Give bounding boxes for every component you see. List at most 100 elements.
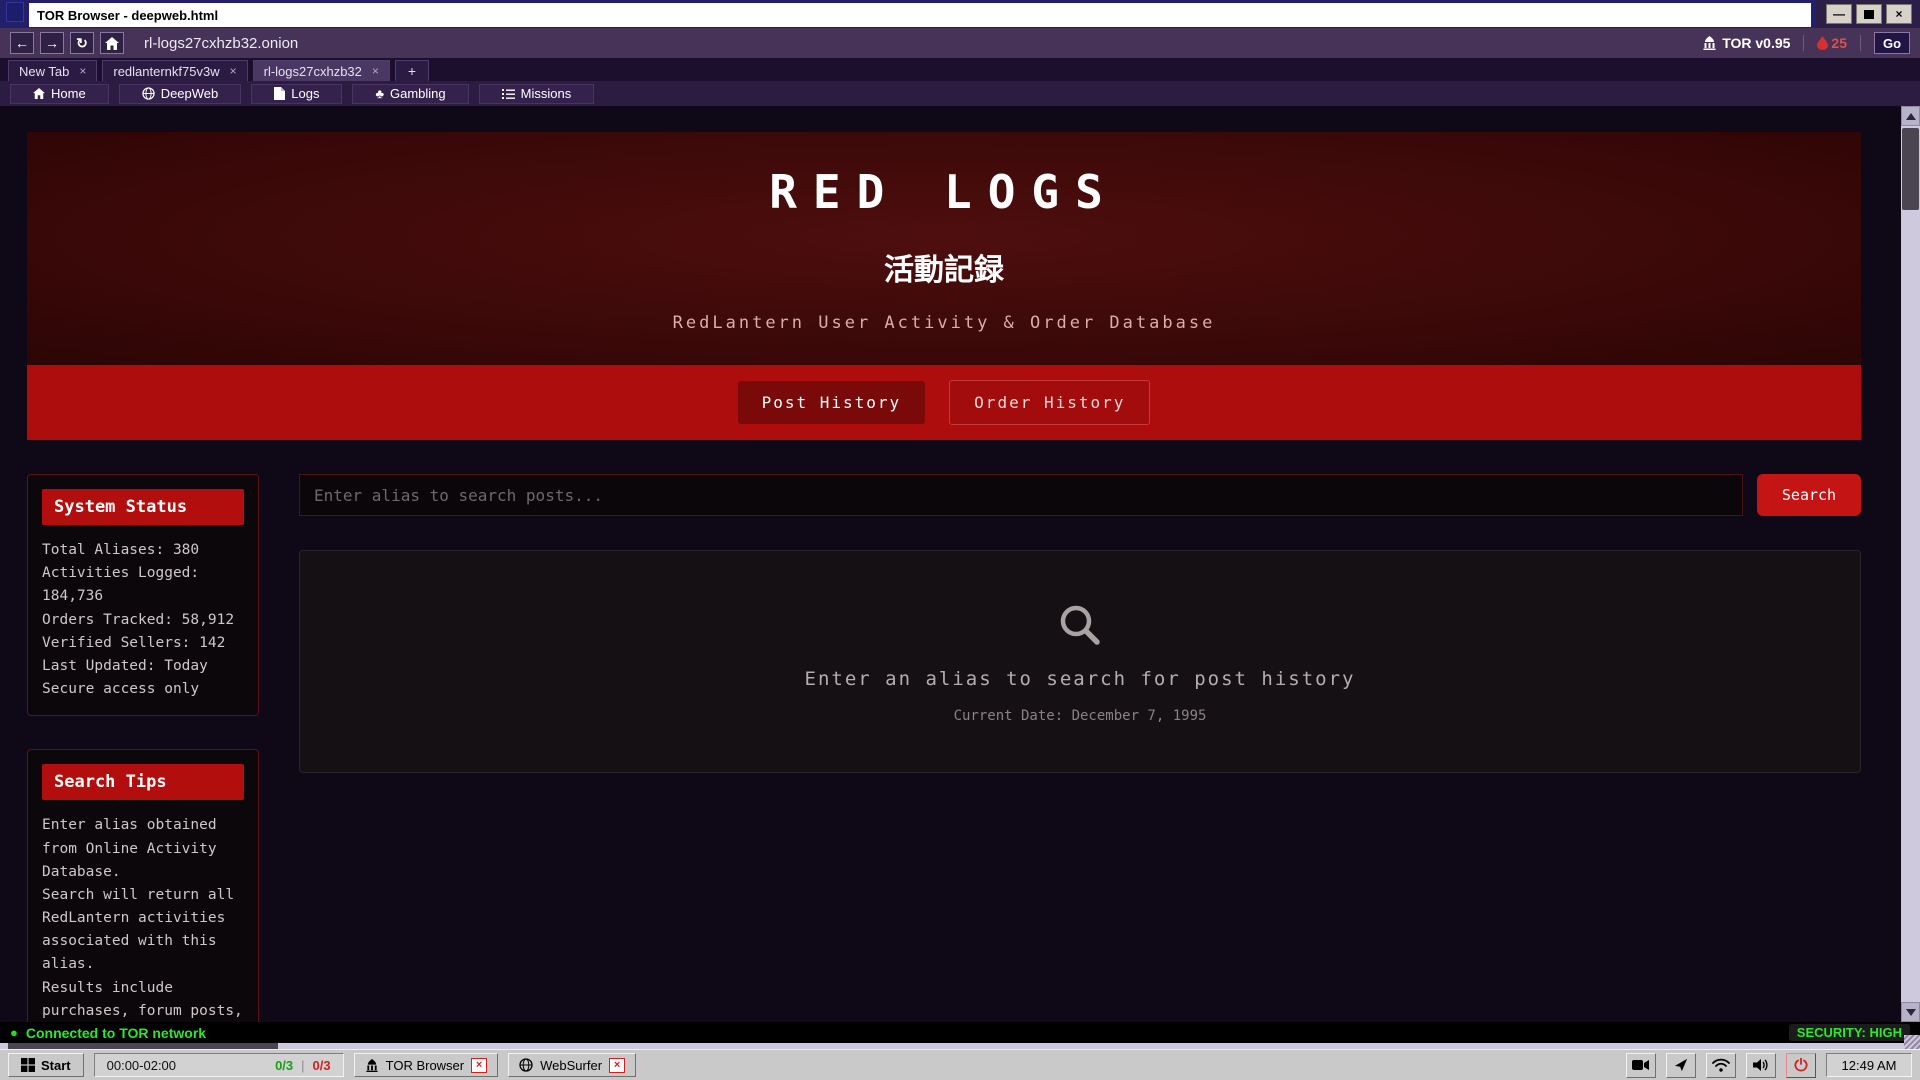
search-button[interactable]: Search: [1757, 474, 1861, 516]
navigation-arrow-icon: [1674, 1058, 1688, 1072]
tray-power-button[interactable]: [1786, 1053, 1816, 1078]
start-button[interactable]: Start: [8, 1053, 84, 1077]
scrollbar-thumb[interactable]: [1902, 128, 1919, 210]
new-tab-button[interactable]: +: [395, 60, 429, 81]
maximize-button[interactable]: [1856, 4, 1882, 24]
drop-counter: 25: [1817, 35, 1847, 51]
browser-statusbar: ● Connected to TOR network SECURITY: HIG…: [0, 1022, 1920, 1043]
back-button[interactable]: ←: [10, 32, 34, 54]
go-button[interactable]: Go: [1874, 32, 1910, 54]
post-history-tab[interactable]: Post History: [738, 381, 926, 424]
tab-rl-logs-active[interactable]: rl-logs27cxhzb32 ×: [253, 60, 390, 81]
history-nav: Post History Order History: [27, 365, 1861, 440]
bookmark-logs[interactable]: Logs: [251, 84, 342, 104]
system-status-title: System Status: [42, 489, 244, 525]
page-title-japanese: 活動記録: [884, 245, 1004, 289]
system-status-panel: System Status Total Aliases: 380 Activit…: [27, 474, 259, 716]
status-line: Last Updated: Today: [42, 655, 244, 678]
vertical-scrollbar[interactable]: [1901, 106, 1920, 1022]
close-button[interactable]: ×: [1886, 4, 1912, 24]
home-icon: [105, 37, 119, 50]
resize-grip[interactable]: [1904, 1035, 1920, 1049]
bookmark-missions[interactable]: Missions: [479, 84, 595, 104]
bookmark-gambling[interactable]: ♣ Gambling: [352, 84, 468, 104]
go-label: Go: [1883, 36, 1901, 51]
main-column: Search Enter an alias to search for post…: [299, 474, 1861, 1022]
page-title: RED LOGS: [769, 165, 1119, 219]
arrow-down-icon: [1906, 1009, 1916, 1016]
status-line: Secure access only: [42, 678, 244, 701]
alias-search-input[interactable]: [299, 474, 1743, 516]
results-empty-state: Enter an alias to search for post histor…: [299, 550, 1861, 773]
content-row: System Status Total Aliases: 380 Activit…: [27, 474, 1861, 1022]
counter-red: 0/3: [313, 1058, 331, 1073]
scroll-up-button[interactable]: [1901, 106, 1920, 126]
search-tips-title: Search Tips: [42, 764, 244, 800]
close-app-button[interactable]: ×: [609, 1058, 625, 1073]
camera-icon: [1632, 1059, 1650, 1071]
minimize-button[interactable]: —: [1826, 4, 1852, 24]
tab-close-icon[interactable]: ×: [79, 64, 86, 78]
page-viewport: RED LOGS 活動記録 RedLantern User Activity &…: [0, 106, 1920, 1022]
connection-dot-icon: ●: [10, 1025, 18, 1040]
window-titlebar: TOR Browser - deepweb.html — ×: [0, 0, 1920, 28]
browser-toolbar: ← → ↻ TOR v0.95 25 Go: [0, 28, 1920, 58]
start-label: Start: [41, 1058, 71, 1073]
status-line: Activities Logged: 184,736: [42, 562, 244, 608]
bookmark-label: Gambling: [390, 86, 446, 101]
tor-onion-icon: [365, 1059, 379, 1072]
search-tips-panel: Search Tips Enter alias obtained from On…: [27, 749, 259, 1022]
bookmark-home[interactable]: Home: [10, 84, 109, 104]
tab-label: rl-logs27cxhzb32: [264, 64, 362, 79]
status-line: Total Aliases: 380: [42, 539, 244, 562]
wifi-icon: [1712, 1058, 1730, 1072]
globe-icon: [142, 87, 155, 100]
power-icon: [1794, 1058, 1808, 1072]
titlebar-strip: TOR Browser - deepweb.html: [28, 2, 1812, 28]
taskbar-app-websurfer[interactable]: WebSurfer ×: [508, 1053, 636, 1077]
tab-bar: New Tab × redlanternkf75v3w × rl-logs27c…: [0, 58, 1920, 81]
refresh-icon: ↻: [76, 35, 88, 52]
minimize-icon: —: [1833, 7, 1845, 21]
tor-onion-icon: [1702, 36, 1717, 50]
droplet-icon: [1817, 36, 1828, 50]
tray-wifi-button[interactable]: [1706, 1053, 1736, 1078]
forward-button[interactable]: →: [40, 32, 64, 54]
page-subtitle: RedLantern User Activity & Order Databas…: [673, 313, 1216, 333]
system-clock: 12:49 AM: [1826, 1053, 1912, 1077]
windows-logo-icon: [21, 1058, 35, 1072]
address-bar[interactable]: [144, 35, 1696, 52]
os-taskbar: Start 00:00-02:00 0/3 | 0/3 TOR Browser …: [0, 1049, 1920, 1080]
tab-redlantern[interactable]: redlanternkf75v3w ×: [102, 60, 247, 81]
tab-close-icon[interactable]: ×: [230, 64, 237, 78]
tip-line: Enter alias obtained from Online Activit…: [42, 814, 244, 884]
tip-line: Results include purchases, forum posts, …: [42, 977, 244, 1022]
close-app-button[interactable]: ×: [471, 1058, 487, 1073]
plus-icon: +: [408, 63, 416, 79]
taskbar-app-label: TOR Browser: [386, 1058, 465, 1073]
home-icon: [33, 88, 45, 99]
tray-camera-button[interactable]: [1626, 1053, 1656, 1078]
order-history-tab[interactable]: Order History: [949, 380, 1150, 425]
refresh-button[interactable]: ↻: [70, 32, 94, 54]
close-icon: ×: [1895, 7, 1902, 21]
scroll-down-button[interactable]: [1901, 1002, 1920, 1022]
status-line: Verified Sellers: 142: [42, 632, 244, 655]
home-button[interactable]: [100, 32, 124, 54]
status-line: Orders Tracked: 58,912: [42, 609, 244, 632]
tray-volume-button[interactable]: [1746, 1053, 1776, 1078]
tab-label: redlanternkf75v3w: [113, 64, 219, 79]
app-icon: [6, 2, 24, 22]
security-badge: SECURITY: HIGH: [1789, 1024, 1910, 1041]
tab-new-tab[interactable]: New Tab ×: [8, 60, 97, 81]
maximize-icon: [1864, 10, 1874, 19]
bookmark-label: Logs: [291, 86, 319, 101]
page-content: RED LOGS 活動記録 RedLantern User Activity &…: [27, 132, 1861, 1022]
tray-navigation-button[interactable]: [1666, 1053, 1696, 1078]
bookmark-label: Missions: [521, 86, 572, 101]
back-icon: ←: [15, 35, 29, 51]
counter-green: 0/3: [275, 1058, 293, 1073]
bookmark-deepweb[interactable]: DeepWeb: [119, 84, 242, 104]
taskbar-app-tor-browser[interactable]: TOR Browser ×: [354, 1053, 499, 1077]
tab-close-icon[interactable]: ×: [372, 64, 379, 78]
